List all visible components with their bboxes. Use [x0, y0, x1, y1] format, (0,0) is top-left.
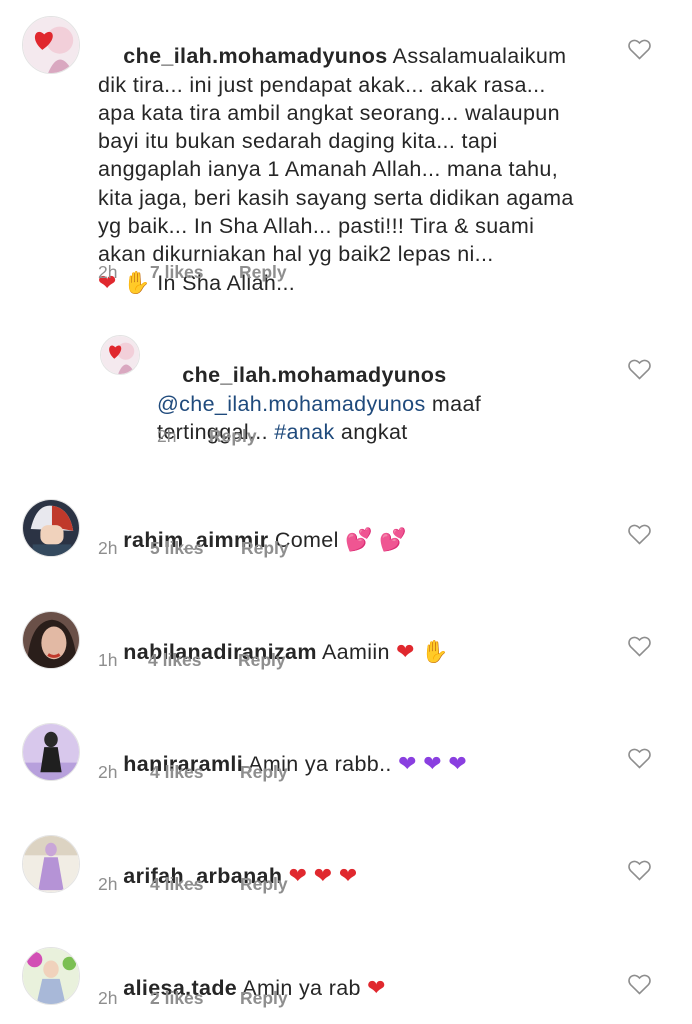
- avatar[interactable]: [22, 499, 80, 557]
- reply-button[interactable]: Reply: [239, 262, 287, 283]
- reply-comment-item: che_ilah.mohamadyunos @che_ilah.mohamady…: [0, 330, 692, 460]
- palms-up-emoji: ✋: [421, 640, 449, 666]
- comment-meta: 2h 4 likes Reply: [98, 874, 398, 896]
- reply-button[interactable]: Reply: [240, 988, 288, 1009]
- reply-button[interactable]: Reply: [209, 426, 257, 447]
- purple-heart-emoji: ❤: [423, 752, 442, 778]
- reply-button[interactable]: Reply: [238, 650, 286, 671]
- comment-item: haniraramli Amin ya rabb.. ❤ ❤ ❤ 2h 4 li…: [0, 720, 692, 820]
- comment-meta: 2h 7 likes Reply: [98, 262, 398, 284]
- likes-count[interactable]: 4 likes: [150, 874, 204, 895]
- comment-body: Assalamualaikum dik tira... ini just pen…: [98, 44, 581, 267]
- comment-meta: 2h 4 likes Reply: [98, 762, 398, 784]
- reply-button[interactable]: Reply: [240, 874, 288, 895]
- comment-item: che_ilah.mohamadyunos Assalamualaikum di…: [0, 0, 692, 300]
- heart-outline-icon[interactable]: [627, 747, 652, 769]
- likes-count[interactable]: 5 likes: [150, 538, 204, 559]
- comment-time: 2h: [98, 874, 118, 894]
- comment-time: 1h: [98, 650, 118, 670]
- avatar[interactable]: [22, 835, 80, 893]
- comment-meta: 2h 2 likes Reply: [98, 988, 398, 1010]
- likes-count[interactable]: 4 likes: [150, 762, 204, 783]
- avatar[interactable]: [22, 16, 80, 74]
- heart-outline-icon[interactable]: [627, 523, 652, 545]
- avatar[interactable]: [22, 723, 80, 781]
- heart-outline-icon[interactable]: [627, 38, 652, 60]
- purple-heart-emoji: ❤: [398, 752, 417, 778]
- heart-outline-icon[interactable]: [627, 635, 652, 657]
- comment-meta: 2h Reply: [157, 426, 357, 448]
- comment-time: 2h: [98, 762, 118, 782]
- comment-meta: 1h 4 likes Reply: [98, 650, 398, 672]
- comment-time: 2h: [98, 988, 118, 1008]
- avatar[interactable]: [100, 335, 140, 375]
- red-heart-emoji: ❤: [396, 640, 415, 666]
- heart-outline-icon[interactable]: [627, 973, 652, 995]
- likes-count[interactable]: 2 likes: [150, 988, 204, 1009]
- comment-time: 2h: [157, 426, 177, 446]
- heart-outline-icon[interactable]: [627, 358, 652, 380]
- mention-link[interactable]: @che_ilah.mohamadyunos: [157, 392, 426, 416]
- comment-text: che_ilah.mohamadyunos Assalamualaikum di…: [98, 14, 578, 298]
- comment-item: aliesa.tade Amin ya rab ❤ 2h 2 likes Rep…: [0, 944, 692, 1024]
- comment-item: nabilanadiranizam Aamiin ❤ ✋ 1h 4 likes …: [0, 608, 692, 708]
- comment-username[interactable]: che_ilah.mohamadyunos: [182, 363, 446, 387]
- comment-item: rahim_aimmir Comel 💕 💕 2h 5 likes Reply: [0, 496, 692, 596]
- comment-username[interactable]: che_ilah.mohamadyunos: [123, 44, 387, 68]
- comment-meta: 2h 5 likes Reply: [98, 538, 398, 560]
- comment-time: 2h: [98, 262, 118, 282]
- reply-button[interactable]: Reply: [241, 538, 289, 559]
- likes-count[interactable]: 4 likes: [148, 650, 202, 671]
- reply-button[interactable]: Reply: [240, 762, 288, 783]
- avatar[interactable]: [22, 611, 80, 669]
- likes-count[interactable]: 7 likes: [150, 262, 204, 283]
- purple-heart-emoji: ❤: [448, 752, 468, 778]
- heart-outline-icon[interactable]: [627, 859, 652, 881]
- comment-item: arifah_arbanah ❤ ❤ ❤ 2h 4 likes Reply: [0, 832, 692, 932]
- comment-time: 2h: [98, 538, 118, 558]
- avatar[interactable]: [22, 947, 80, 1005]
